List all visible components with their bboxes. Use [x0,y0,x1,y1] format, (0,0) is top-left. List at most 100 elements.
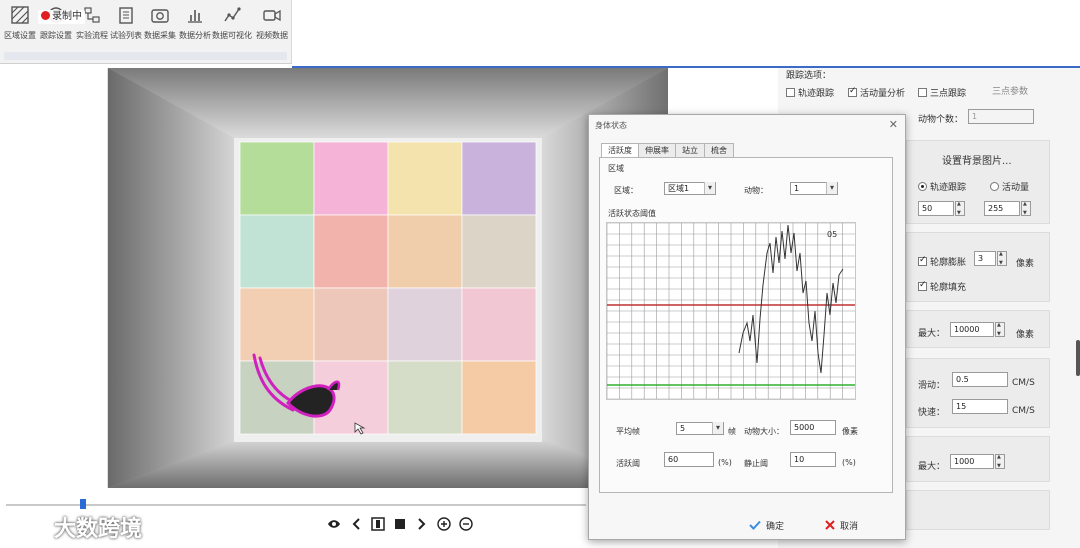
region-cell[interactable] [313,214,389,289]
body-state-dialog: 身体状态 ✕ 活跃度 伸展率 站立 梳舍 区域 区域： 区域1 动物： 1 活跃… [588,114,906,540]
toolbar-data-analysis[interactable]: 数据分析 [177,6,213,46]
region-cell[interactable] [313,287,389,362]
checkbox-label: 轮廓填充 [930,283,967,293]
scrollbar-handle[interactable] [1076,340,1080,376]
three-point-params-button[interactable]: 三点参数 [992,84,1028,97]
region-cell[interactable] [461,360,537,435]
checkbox-box [918,280,927,291]
animal-size-label: 动物大小： [744,427,784,436]
toolbar-label: 数据可视化 [212,31,252,40]
animal-count-select[interactable]: 1 [968,109,1034,124]
previous-button[interactable] [348,515,364,533]
checkbox-label: 轨迹跟踪 [798,89,835,99]
max-spinner-2[interactable] [995,454,1005,469]
contour-expand-input[interactable]: 3 [974,251,996,266]
region-cell[interactable] [387,141,463,216]
next-button[interactable] [414,515,430,533]
dialog-title: 身体状态 [595,121,627,130]
track-trace-checkbox[interactable]: 轨迹跟踪 [786,86,834,99]
radio-dot [918,182,927,191]
timeline-slider[interactable] [6,504,586,506]
tab-stretch[interactable]: 伸展率 [638,143,676,157]
recording-text: 录制中 [52,11,82,22]
region-grid [239,141,537,435]
max-size-spinner[interactable] [995,322,1005,337]
radio-trace[interactable]: 轨迹跟踪 [918,180,966,193]
flow-icon [84,7,100,23]
region-cell[interactable] [461,287,537,362]
radio-activity[interactable]: 活动量 [990,180,1029,193]
region-cell[interactable] [387,287,463,362]
threshold-high-spinner[interactable] [1021,201,1031,216]
move-speed-unit: CM/S [1012,378,1035,388]
cancel-x-icon [825,520,835,530]
active-threshold-input[interactable]: 60 [664,452,714,467]
region-label: 区域： [614,186,638,195]
percent-unit-2: (%) [842,458,856,467]
cancel-button[interactable]: 取消 [825,517,858,533]
three-point-track-checkbox[interactable]: 三点跟踪 [918,86,966,99]
move-speed-label: 滑动： [918,381,946,391]
fast-speed-input[interactable]: 15 [952,399,1008,414]
bar-chart-icon [188,10,202,23]
contour-expand-spinner[interactable] [997,251,1007,266]
frame-step-button[interactable] [370,515,386,533]
tab-activity[interactable]: 活跃度 [601,143,639,158]
activity-graph: 05 [606,222,856,400]
activity-analysis-checkbox[interactable]: 活动量分析 [848,86,905,99]
camera-icon [151,9,169,23]
tab-standing[interactable]: 站立 [675,143,705,157]
toolbar-label: 视频数据 [256,31,288,40]
threshold-high-input[interactable]: 255 [984,201,1020,216]
toolbar-data-visualization[interactable]: 数据可视化 [212,6,252,46]
stop-icon [395,519,405,529]
zoom-in-button[interactable] [436,515,452,533]
radio-label: 活动量 [1002,183,1030,193]
max-input-2[interactable]: 1000 [950,454,994,469]
threshold-low-spinner[interactable] [955,201,965,216]
film-frame-icon [371,517,385,531]
tracking-options-title: 跟踪选项： [786,71,832,81]
threshold-low-input[interactable]: 50 [918,201,954,216]
toolbar-video-data[interactable]: 视频数据 [254,6,290,46]
toolbar-region-settings[interactable]: 区域设置 [2,6,38,46]
fast-speed-label: 快速： [918,408,946,418]
empty-section [906,490,1050,530]
animal-label: 动物： [744,186,768,195]
view-eye-button[interactable] [326,515,342,533]
avg-frames-select[interactable]: 5 [676,422,724,435]
max-size-input[interactable]: 10000 [950,322,994,337]
main-toolbar: 区域设置 跟踪设置 实验流程 试验列表 数据采集 数据分析 数据可视化 视频数据… [0,0,292,64]
still-threshold-input[interactable]: 10 [790,452,836,467]
set-background-button[interactable]: 设置背景图片... [942,152,1012,167]
region-cell[interactable] [461,141,537,216]
checkbox-label: 活动量分析 [860,89,906,99]
contour-fill-checkbox[interactable]: 轮廓填充 [918,280,966,293]
region-cell[interactable] [313,141,389,216]
move-speed-input[interactable]: 0.5 [952,372,1008,387]
avg-frames-label: 平均帧 [616,427,640,436]
zoom-out-button[interactable] [458,515,474,533]
arena-video-frame[interactable] [108,68,668,488]
region-cell[interactable] [239,141,315,216]
toolbar-data-acquisition[interactable]: 数据采集 [142,6,178,46]
timeline-thumb[interactable] [80,499,86,509]
region-cell[interactable] [387,360,463,435]
tab-grooming[interactable]: 梳舍 [704,143,734,157]
contour-expand-checkbox[interactable]: 轮廓膨胀 [918,255,966,268]
region-cell[interactable] [239,214,315,289]
ok-button[interactable]: 确定 [749,517,784,533]
close-icon[interactable]: ✕ [889,118,898,131]
cancel-label: 取消 [840,521,859,532]
stop-button[interactable] [392,515,408,533]
ok-label: 确定 [766,521,785,532]
region-cell[interactable] [239,287,315,362]
region-cell[interactable] [387,214,463,289]
animal-size-input[interactable]: 5000 [790,420,836,435]
region-select[interactable]: 区域1 [664,182,716,195]
radio-label: 轨迹跟踪 [930,183,967,193]
region-cell[interactable] [461,214,537,289]
toolbar-label: 数据分析 [179,31,211,40]
arena-wall-left [108,68,238,488]
animal-select[interactable]: 1 [790,182,838,195]
